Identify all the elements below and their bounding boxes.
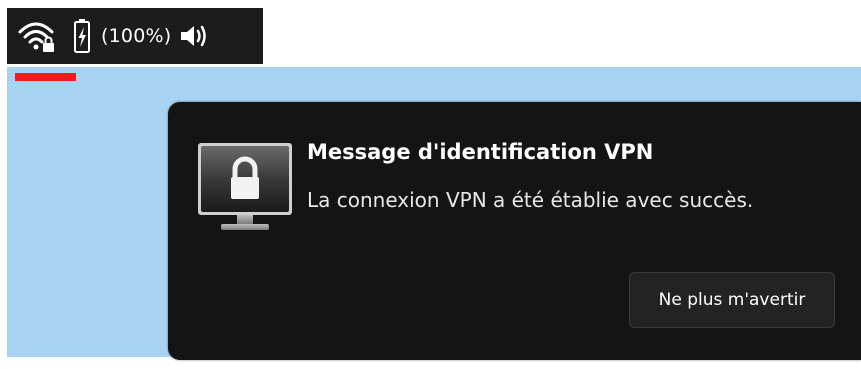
active-indicator-bar: [15, 73, 76, 81]
volume-icon[interactable]: [179, 22, 211, 50]
notification-title: Message d'identification VPN: [307, 140, 654, 164]
wifi-locked-icon[interactable]: [17, 18, 55, 54]
vpn-lock-monitor-icon: [197, 140, 293, 236]
notification-message: La connexion VPN a été établie avec succ…: [307, 188, 754, 212]
battery-percentage: (100%): [101, 25, 172, 47]
system-tray: (100%): [7, 8, 263, 64]
dont-warn-again-button[interactable]: Ne plus m'avertir: [629, 272, 835, 328]
vpn-notification: Message d'identification VPN La connexio…: [168, 102, 861, 360]
battery-charging-icon[interactable]: [73, 18, 91, 54]
